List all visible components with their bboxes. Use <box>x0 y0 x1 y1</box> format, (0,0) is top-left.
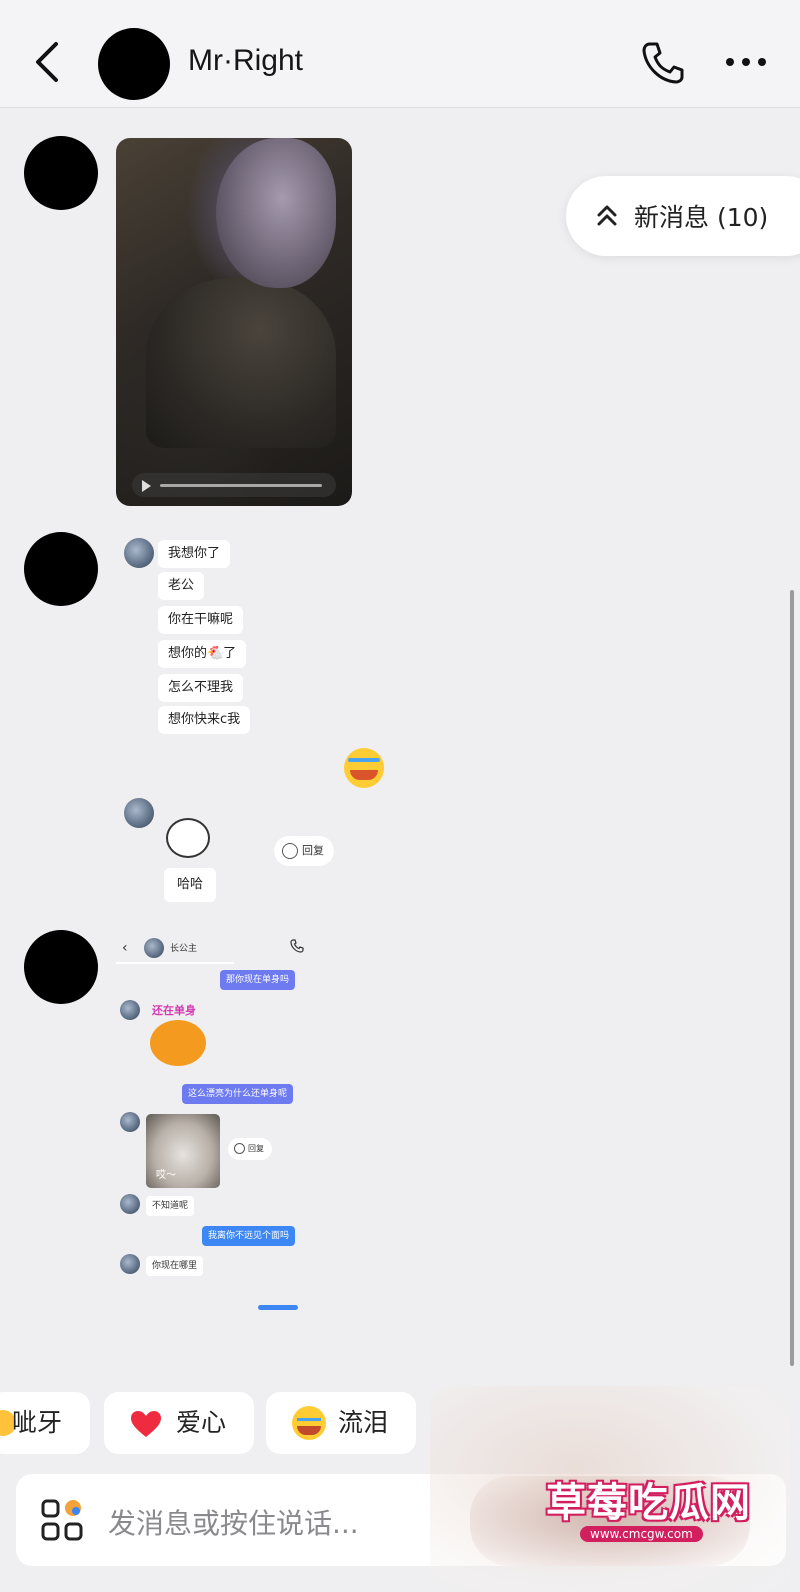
play-icon[interactable] <box>142 480 151 492</box>
reaction-cry[interactable]: 流泪 <box>266 1392 416 1454</box>
screenshot-contact-name: 长公主 <box>170 944 198 954</box>
chat-screenshot-image[interactable]: ‹ 长公主 那你现在单身吗 还在单身 这么漂亮为什么还单身呢 哎～ 回复 不知道… <box>116 932 316 1312</box>
contact-avatar[interactable] <box>98 28 170 100</box>
sticker-text: 还在单身 <box>152 1004 196 1017</box>
heart-icon <box>131 1411 161 1437</box>
crying-emoji-icon <box>292 1406 326 1440</box>
phone-icon[interactable] <box>640 40 686 86</box>
sent-message-bubble <box>258 1305 298 1310</box>
received-message-bubble: 你现在哪里 <box>146 1256 204 1276</box>
screenshot-nav-bar: ‹ 长公主 <box>116 934 310 964</box>
crying-emoji-icon <box>344 748 384 788</box>
sender-avatar[interactable] <box>24 930 98 1004</box>
received-message-bubble: 不知道呢 <box>146 1196 195 1216</box>
divider <box>116 962 234 964</box>
message-bubble: 你在干嘛呢 <box>158 606 244 634</box>
scrollbar[interactable] <box>790 590 794 1366</box>
message-bubble: 我想你了 <box>158 540 231 568</box>
image-caption: 哎～ <box>156 1170 176 1181</box>
reaction-label: 流泪 <box>338 1408 389 1437</box>
apps-grid-icon[interactable] <box>40 1498 86 1544</box>
avatar <box>120 1194 140 1214</box>
watermark-url: www.cmcgw.com <box>580 1526 703 1542</box>
reaction-label: 呲牙 <box>12 1408 63 1437</box>
contact-name[interactable]: Mr·Right <box>188 44 303 78</box>
message-bubble: 想你的🐔了 <box>158 640 247 668</box>
sender-avatar[interactable] <box>24 532 98 606</box>
sticker-caption: 哈哈 <box>164 868 216 902</box>
sent-message-bubble: 我离你不远见个面吗 <box>202 1226 296 1246</box>
new-messages-label: 新消息 (10) <box>634 203 769 232</box>
message-bubble: 老公 <box>158 572 205 600</box>
double-chevron-up-icon <box>597 205 617 226</box>
new-messages-button[interactable]: 新消息 (10) <box>566 176 800 256</box>
smile-icon <box>282 843 298 859</box>
chevron-left-icon: ‹ <box>122 940 128 956</box>
video-progress-track[interactable] <box>160 484 322 487</box>
cat-image: 哎～ <box>146 1114 220 1188</box>
sent-message-bubble: 那你现在单身吗 <box>220 970 296 990</box>
avatar <box>124 798 154 828</box>
smile-icon <box>234 1143 245 1154</box>
message-input-placeholder[interactable]: 发消息或按住说话... <box>108 1502 359 1542</box>
video-frame-figure <box>146 278 336 448</box>
avatar <box>120 1000 140 1020</box>
reply-label: 回复 <box>248 1144 264 1153</box>
chat-header: Mr·Right <box>0 0 800 108</box>
chat-screenshot-image[interactable]: 我想你了 老公 你在干嘛呢 想你的🐔了 怎么不理我 想你快来c我 哈哈 回复 <box>116 536 396 906</box>
watermark-title: 草莓吃瓜网 <box>546 1480 751 1526</box>
reaction-heart[interactable]: 爱心 <box>104 1392 254 1454</box>
reply-button: 回复 <box>274 836 334 866</box>
message-bubble: 想你快来c我 <box>158 706 251 734</box>
more-icon[interactable] <box>724 54 768 70</box>
chevron-left-icon[interactable] <box>28 40 68 84</box>
video-message[interactable] <box>116 138 352 506</box>
avatar <box>144 938 164 958</box>
sender-avatar[interactable] <box>24 136 98 210</box>
sticker <box>150 1020 206 1066</box>
sticker-face <box>166 818 210 858</box>
sent-message-bubble: 这么漂亮为什么还单身呢 <box>182 1084 294 1104</box>
avatar <box>120 1112 140 1132</box>
reply-label: 回复 <box>302 844 324 857</box>
video-frame-face <box>216 138 336 288</box>
sticker: 哈哈 <box>164 818 216 908</box>
phone-icon <box>290 939 304 953</box>
reaction-grin[interactable]: 呲牙 <box>0 1392 90 1454</box>
reply-button: 回复 <box>228 1138 272 1160</box>
avatar <box>124 538 154 568</box>
watermark: 草莓吃瓜网 www.cmcgw.com <box>430 1386 790 1592</box>
reaction-label: 爱心 <box>176 1408 227 1437</box>
avatar <box>120 1254 140 1274</box>
message-bubble: 怎么不理我 <box>158 674 244 702</box>
